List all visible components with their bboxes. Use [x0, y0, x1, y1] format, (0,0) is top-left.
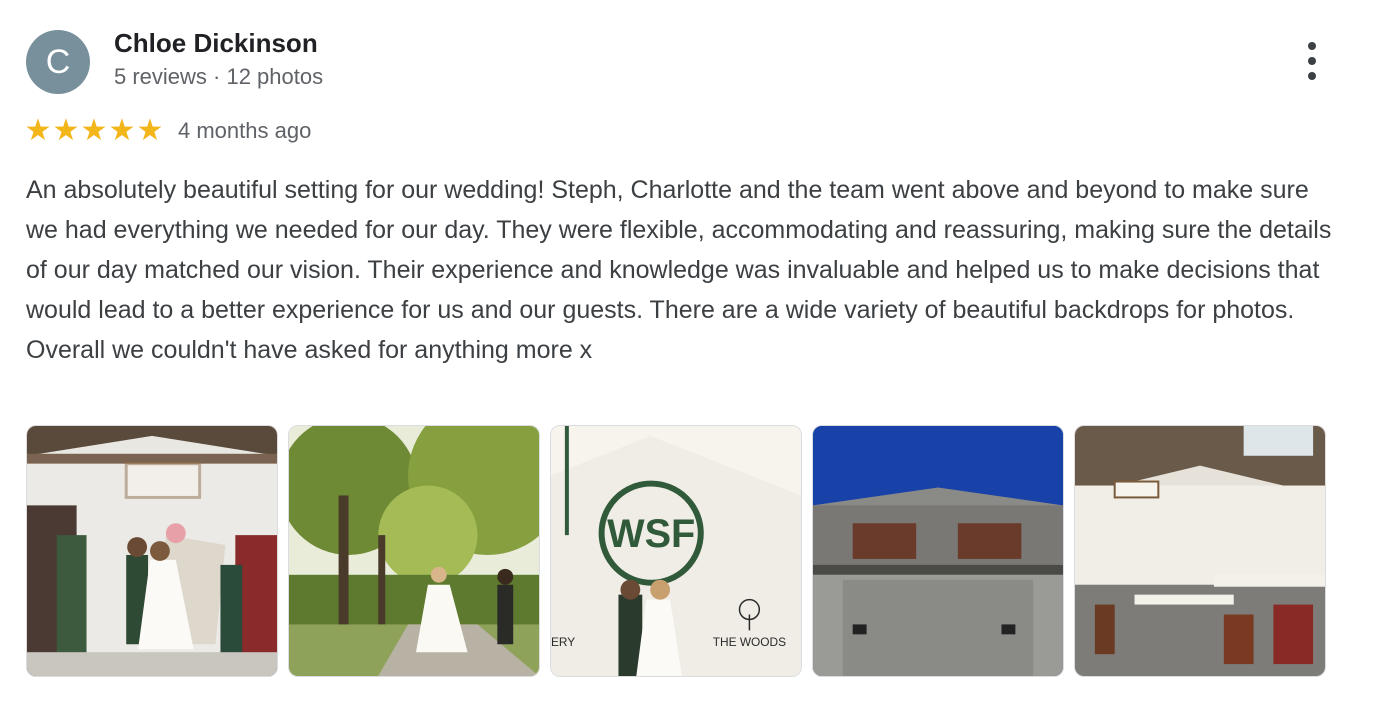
star-icon: ★: [80, 114, 108, 147]
ceremony-photo[interactable]: [26, 425, 278, 677]
photo-strip: WSF ERY THE WOODS: [26, 425, 1326, 677]
dot: [1308, 57, 1316, 65]
star-icon: ★: [24, 114, 52, 147]
avatar[interactable]: C: [26, 30, 90, 94]
dot: [1308, 72, 1316, 80]
review-text: An absolutely beautiful setting for our …: [26, 176, 1332, 364]
star-icon: ★: [136, 114, 164, 147]
wall-text-right: THE WOODS: [713, 635, 786, 649]
reviewer-meta: 5 reviews · 12 photos: [114, 64, 324, 89]
star-rating: ★ ★ ★ ★ ★: [24, 114, 164, 148]
more-vert-icon[interactable]: [1298, 42, 1326, 80]
couple-walking-photo[interactable]: [288, 425, 540, 677]
review-time: 4 months ago: [178, 118, 312, 143]
reception-hall-photo[interactable]: [1074, 425, 1326, 677]
wsf-sign-text: WSF: [607, 512, 695, 556]
barn-sign-photo[interactable]: WSF ERY THE WOODS: [550, 425, 802, 677]
dot: [1308, 42, 1316, 50]
star-icon: ★: [52, 114, 80, 147]
barn-exterior-photo[interactable]: [812, 425, 1064, 677]
star-icon: ★: [108, 114, 136, 147]
wall-text-left: ERY: [551, 635, 575, 649]
reviewer-name[interactable]: Chloe Dickinson: [114, 28, 318, 59]
